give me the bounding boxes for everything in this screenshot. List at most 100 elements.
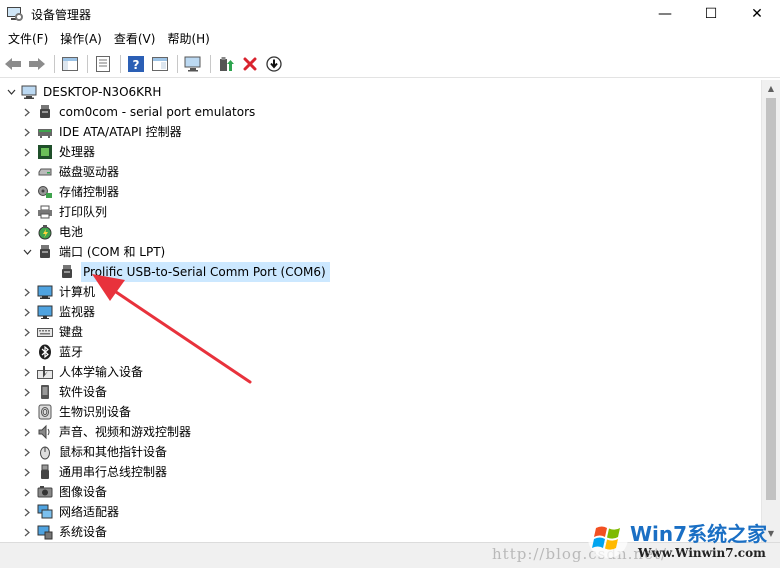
disable-device-button[interactable] xyxy=(263,53,285,75)
tree-item-ports[interactable]: 端口 (COM 和 LPT) xyxy=(22,242,165,262)
expand-chevron-icon[interactable] xyxy=(22,442,32,462)
show-hide-console-tree-button[interactable] xyxy=(59,53,81,75)
view-button[interactable] xyxy=(149,53,171,75)
tree-item[interactable]: 计算机 xyxy=(22,282,95,302)
ide-icon xyxy=(37,124,53,140)
forward-button[interactable] xyxy=(26,53,48,75)
uninstall-device-button[interactable] xyxy=(239,53,261,75)
hid-icon xyxy=(37,364,53,380)
keyboard-icon xyxy=(37,324,53,340)
computer-icon xyxy=(21,84,37,100)
disk-icon xyxy=(37,164,53,180)
update-driver-icon xyxy=(220,56,234,71)
toolbar-separator xyxy=(87,54,88,73)
expand-chevron-icon[interactable] xyxy=(22,362,32,382)
scroll-up-arrow-icon[interactable]: ▲ xyxy=(762,80,780,97)
tree-item[interactable]: com0com - serial port emulators xyxy=(22,102,255,122)
tree-item[interactable]: 图像设备 xyxy=(22,482,107,502)
win7-watermark-logo: Win7系统之家 Www.Winwin7.com xyxy=(582,514,780,568)
expand-chevron-icon[interactable] xyxy=(22,402,32,422)
expand-chevron-icon[interactable] xyxy=(22,382,32,402)
tree-item[interactable]: 监视器 xyxy=(22,302,95,322)
expand-chevron-icon[interactable] xyxy=(22,182,32,202)
red-x-icon xyxy=(243,57,257,70)
expand-chevron-icon[interactable] xyxy=(22,162,32,182)
computer-icon xyxy=(37,284,53,300)
camera-icon xyxy=(37,484,53,500)
expand-chevron-icon[interactable] xyxy=(22,422,32,442)
tree-item[interactable]: 鼠标和其他指针设备 xyxy=(22,442,167,462)
back-button[interactable] xyxy=(2,53,24,75)
tree-item[interactable]: 磁盘驱动器 xyxy=(22,162,119,182)
window-title: 设备管理器 xyxy=(31,7,92,22)
fingerprint-icon xyxy=(37,404,53,420)
tree-item[interactable]: 通用串行总线控制器 xyxy=(22,462,167,482)
tree-item[interactable]: 处理器 xyxy=(22,142,95,162)
tree-item[interactable]: 电池 xyxy=(22,222,83,242)
collapse-chevron-icon[interactable] xyxy=(22,242,32,262)
tree-root[interactable]: DESKTOP-N3O6KRH xyxy=(6,82,161,102)
expand-chevron-icon[interactable] xyxy=(22,222,32,242)
properties-button[interactable] xyxy=(92,53,114,75)
tree-item[interactable]: 生物识别设备 xyxy=(22,402,131,422)
tree-item[interactable]: 键盘 xyxy=(22,322,83,342)
help-button[interactable]: ? xyxy=(125,53,147,75)
minimize-button[interactable]: — xyxy=(642,0,688,28)
expand-chevron-icon[interactable] xyxy=(22,342,32,362)
window-controls: — ☐ ✕ xyxy=(642,0,780,28)
tree-item[interactable]: 网络适配器 xyxy=(22,502,119,522)
tree-item[interactable]: 蓝牙 xyxy=(22,342,83,362)
close-button[interactable]: ✕ xyxy=(734,0,780,28)
windows-flag-icon xyxy=(588,518,628,558)
expand-chevron-icon[interactable] xyxy=(22,122,32,142)
device-tree: DESKTOP-N3O6KRH com0com - serial port em… xyxy=(0,80,761,542)
expand-chevron-icon[interactable] xyxy=(22,202,32,222)
tree-item-prolific-port[interactable]: Prolific USB-to-Serial Comm Port (COM6) xyxy=(59,262,330,282)
printer-icon xyxy=(37,204,53,220)
tree-item[interactable]: 人体学输入设备 xyxy=(22,362,143,382)
battery-icon xyxy=(37,224,53,240)
expand-chevron-icon[interactable] xyxy=(22,102,32,122)
svg-text:?: ? xyxy=(133,58,140,72)
port-icon xyxy=(59,264,75,280)
menu-action[interactable]: 操作(A) xyxy=(54,28,108,50)
collapse-chevron-icon[interactable] xyxy=(6,82,16,102)
toolbar-separator xyxy=(177,54,178,73)
menu-help[interactable]: 帮助(H) xyxy=(161,28,215,50)
expand-chevron-icon[interactable] xyxy=(22,322,32,342)
menu-view[interactable]: 查看(V) xyxy=(108,28,162,50)
tree-item[interactable]: 打印队列 xyxy=(22,202,107,222)
scan-monitor-icon xyxy=(184,56,201,71)
expand-chevron-icon[interactable] xyxy=(22,482,32,502)
download-circle-icon xyxy=(266,55,282,72)
expand-chevron-icon[interactable] xyxy=(22,462,32,482)
storage-icon xyxy=(37,184,53,200)
update-driver-button[interactable] xyxy=(215,53,237,75)
maximize-button[interactable]: ☐ xyxy=(688,0,734,28)
expand-chevron-icon[interactable] xyxy=(22,302,32,322)
expand-chevron-icon[interactable] xyxy=(22,282,32,302)
software-device-icon xyxy=(37,384,53,400)
expand-chevron-icon[interactable] xyxy=(22,522,32,542)
bluetooth-icon xyxy=(37,344,53,360)
toolbar-separator xyxy=(54,54,55,73)
expand-chevron-icon[interactable] xyxy=(22,142,32,162)
vertical-scrollbar[interactable]: ▲ ▼ xyxy=(761,80,780,542)
scrollbar-thumb[interactable] xyxy=(766,98,776,500)
watermark-title: Win7系统之家 xyxy=(630,522,768,546)
back-arrow-icon xyxy=(5,57,21,70)
tree-item[interactable]: 系统设备 xyxy=(22,522,107,542)
toolbar: ? xyxy=(0,50,780,78)
tree-item[interactable]: 存储控制器 xyxy=(22,182,119,202)
tree-item[interactable]: IDE ATA/ATAPI 控制器 xyxy=(22,122,182,142)
expand-chevron-icon[interactable] xyxy=(22,502,32,522)
menu-file[interactable]: 文件(F) xyxy=(2,28,54,50)
port-icon xyxy=(37,104,53,120)
mouse-icon xyxy=(37,444,53,460)
device-manager-icon xyxy=(7,6,23,22)
tree-item[interactable]: 声音、视频和游戏控制器 xyxy=(22,422,191,442)
scan-hardware-button[interactable] xyxy=(182,53,204,75)
usb-icon xyxy=(37,464,53,480)
tree-item[interactable]: 软件设备 xyxy=(22,382,107,402)
network-icon xyxy=(37,504,53,520)
